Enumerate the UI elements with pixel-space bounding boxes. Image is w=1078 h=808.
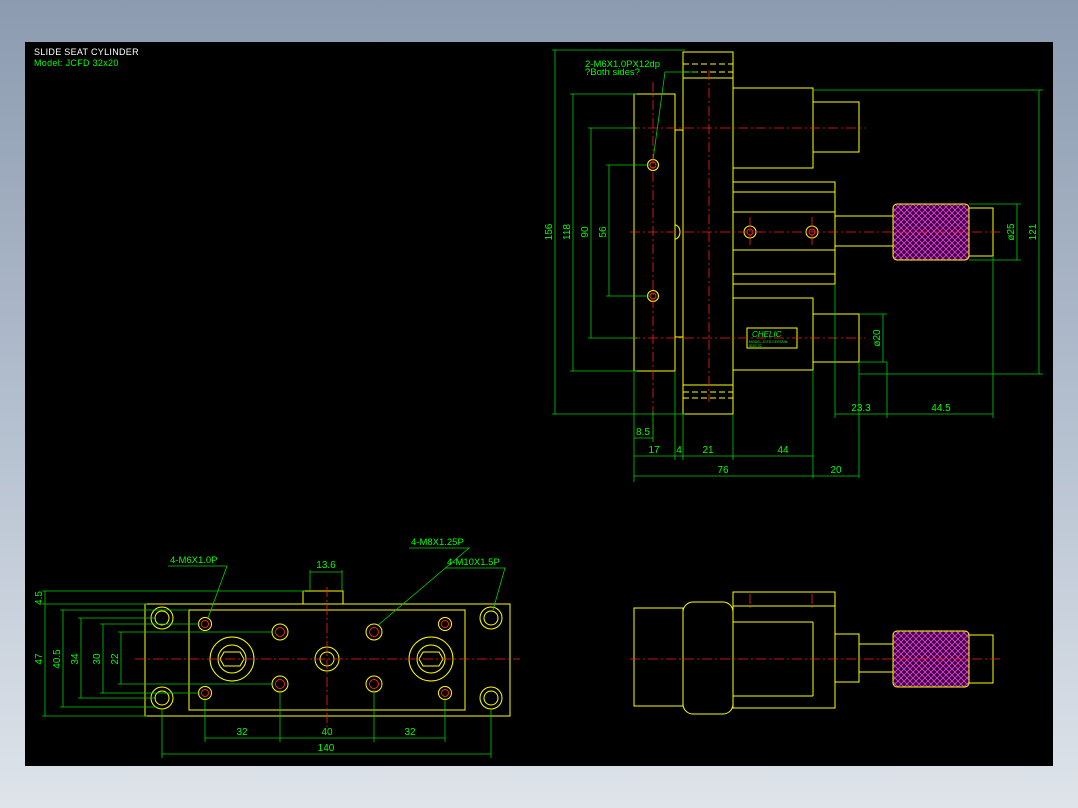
dim-56: 56 <box>598 226 609 238</box>
end-view <box>630 591 1003 715</box>
dim-47: 47 <box>34 653 45 665</box>
dim-44: 44 <box>777 445 789 456</box>
front-top-tab <box>302 590 344 605</box>
dim-32-right: 32 <box>404 727 416 738</box>
dim-156: 156 <box>544 223 555 240</box>
end-slide-block <box>682 601 734 715</box>
nameplate-line2: SIZE 32 <box>749 344 762 348</box>
dim-21: 21 <box>702 445 714 456</box>
dim-40-5: 40.5 <box>52 649 63 669</box>
side-view: CHELIC MODEL JCFD CERTAIN SIZE 32 156 11… <box>544 49 1043 482</box>
dim-76: 76 <box>717 465 729 476</box>
dim-17: 17 <box>648 445 660 456</box>
dim-23-3: 23.3 <box>851 403 871 414</box>
callout-m10: 4-M10X1.5P <box>447 557 500 568</box>
dim-dia20: ø20 <box>872 329 883 347</box>
dim-8-5: 8.5 <box>636 427 650 438</box>
side-cylinder-body <box>732 181 836 285</box>
end-body <box>732 591 836 709</box>
dim-44-5: 44.5 <box>931 403 951 414</box>
callout-side-note: ?Both sides? <box>585 67 640 78</box>
dim-140: 140 <box>318 743 335 754</box>
dim-22: 22 <box>110 653 121 665</box>
dim-4-5: 4.5 <box>34 591 45 605</box>
front-view: 4.5 47 40.5 34 30 22 13.6 32 40 32 140 4… <box>34 537 520 758</box>
dim-13-6: 13.6 <box>316 560 336 571</box>
dim-dia25: ø25 <box>1006 223 1017 241</box>
cad-drawing: CHELIC MODEL JCFD CERTAIN SIZE 32 156 11… <box>34 49 1043 758</box>
dim-121: 121 <box>1028 223 1039 240</box>
dim-30: 30 <box>92 653 103 665</box>
dim-20: 20 <box>830 465 842 476</box>
front-m6-hole <box>198 617 212 631</box>
side-piston-rod <box>834 215 894 247</box>
dim-34: 34 <box>70 653 81 665</box>
callout-m6: 4-M6X1.0P <box>170 555 218 566</box>
drawing-canvas: SLIDE SEAT CYLINDER Model: JCFD 32x20 CH… <box>25 42 1053 766</box>
side-mount-plate <box>633 93 676 372</box>
dim-90: 90 <box>580 226 591 238</box>
dim-4: 4 <box>676 445 682 456</box>
dim-40: 40 <box>321 727 333 738</box>
dim-32-left: 32 <box>236 727 248 738</box>
end-mount-plate <box>633 607 684 707</box>
side-slide-block <box>682 51 734 415</box>
callout-m8: 4-M8X1.25P <box>411 537 464 548</box>
dim-118: 118 <box>562 224 573 240</box>
front-m8-hole <box>271 623 289 641</box>
